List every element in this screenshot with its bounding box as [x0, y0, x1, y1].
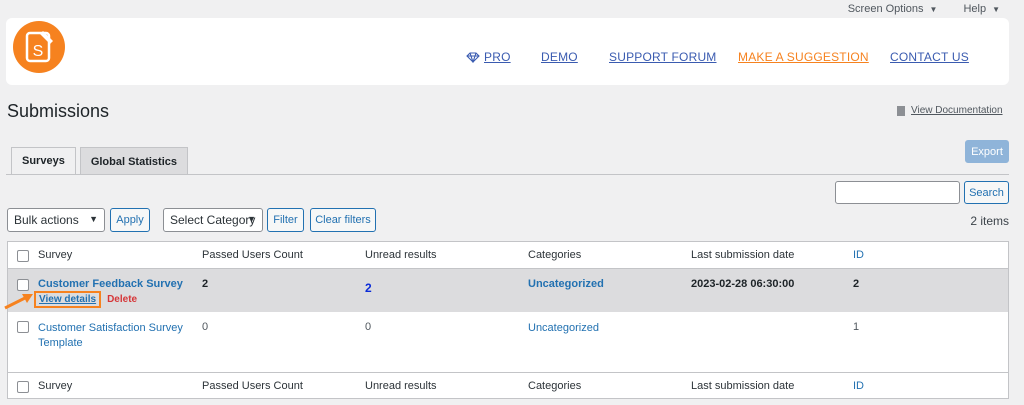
- bulk-actions-select[interactable]: Bulk actions ▼: [7, 208, 105, 232]
- column-header-survey[interactable]: Survey: [38, 249, 72, 261]
- chevron-down-icon: ▼: [89, 214, 98, 224]
- page-title: Submissions: [7, 101, 110, 121]
- table-row: Customer Satisfaction Survey Template 0 …: [8, 312, 1008, 372]
- screen-options-label: Screen Options: [847, 3, 924, 15]
- column-header-passed: Passed Users Count: [202, 249, 303, 261]
- row-id: 1: [853, 321, 860, 333]
- submissions-table: Survey Passed Users Count Unread results…: [7, 241, 1009, 399]
- svg-text:S: S: [33, 43, 44, 60]
- table-footer: Survey Passed Users Count Unread results…: [8, 372, 1008, 399]
- arrow-pointer-icon: [4, 294, 33, 310]
- document-icon: [897, 105, 905, 116]
- clear-filters-button[interactable]: Clear filters: [310, 208, 376, 232]
- caret-down-icon: ▼: [992, 4, 1000, 14]
- delete-link[interactable]: Delete: [107, 294, 137, 305]
- view-documentation-label: View Documentation: [911, 105, 1003, 116]
- diamond-icon: [466, 51, 480, 63]
- view-documentation-link[interactable]: View Documentation: [897, 105, 1003, 116]
- passed-count: 2: [202, 278, 209, 290]
- nav-suggestion-link[interactable]: MAKE A SUGGESTION: [738, 50, 869, 64]
- filter-button[interactable]: Filter: [267, 208, 304, 232]
- row-checkbox[interactable]: [17, 279, 29, 291]
- column-footer-date: Last submission date: [691, 380, 795, 392]
- help-label: Help: [963, 3, 987, 15]
- export-button[interactable]: Export: [965, 140, 1009, 163]
- table-header: Survey Passed Users Count Unread results…: [8, 242, 1008, 269]
- column-footer-id[interactable]: ID: [853, 380, 864, 392]
- plugin-logo: S: [13, 21, 65, 73]
- nav-pro-label: PRO: [484, 50, 511, 64]
- unread-count: 0: [365, 321, 372, 333]
- column-header-unread: Unread results: [365, 249, 437, 261]
- passed-count: 0: [202, 321, 209, 333]
- help-button[interactable]: Help ▼: [963, 3, 1000, 15]
- plugin-header: S PRO DEMO SUPPORT FORUM MAKE A SUGGESTI…: [6, 18, 1009, 85]
- items-count: 2 items: [970, 214, 1009, 228]
- category-select-value: Select Category: [170, 213, 256, 227]
- column-header-categories: Categories: [528, 249, 582, 261]
- survey-title-link[interactable]: Customer Feedback Survey: [38, 278, 183, 290]
- chevron-down-icon: ▼: [247, 214, 256, 224]
- select-all-checkbox[interactable]: [17, 381, 29, 393]
- bulk-actions-value: Bulk actions: [14, 213, 79, 227]
- column-footer-unread: Unread results: [365, 380, 437, 392]
- tab-bar: Surveys Global Statistics: [11, 147, 189, 175]
- tabs-divider: [6, 174, 1009, 175]
- screen-meta: Screen Options ▼ Help ▼: [848, 3, 1000, 15]
- category-select[interactable]: Select Category ▼: [163, 208, 263, 232]
- column-header-id[interactable]: ID: [853, 249, 864, 261]
- search-input[interactable]: [835, 181, 960, 204]
- category-link[interactable]: Uncategorized: [528, 278, 604, 290]
- table-row: Customer Feedback Survey 2 2 Uncategoriz…: [8, 269, 1008, 312]
- column-footer-survey[interactable]: Survey: [38, 380, 72, 392]
- row-id: 2: [853, 278, 860, 290]
- last-submission-date: 2023-02-28 06:30:00: [691, 278, 795, 290]
- nav-demo-link[interactable]: DEMO: [541, 50, 578, 64]
- screen-options-button[interactable]: Screen Options ▼: [848, 3, 938, 15]
- view-details-link[interactable]: View details: [34, 291, 102, 308]
- select-all-checkbox[interactable]: [17, 250, 29, 262]
- column-footer-passed: Passed Users Count: [202, 380, 303, 392]
- category-link[interactable]: Uncategorized: [528, 321, 678, 336]
- nav-pro-link[interactable]: PRO: [466, 50, 511, 64]
- search-button[interactable]: Search: [964, 181, 1009, 204]
- caret-down-icon: ▼: [929, 4, 938, 14]
- row-checkbox[interactable]: [17, 321, 29, 333]
- nav-support-link[interactable]: SUPPORT FORUM: [609, 50, 717, 64]
- column-header-date: Last submission date: [691, 249, 795, 261]
- apply-button[interactable]: Apply: [110, 208, 150, 232]
- row-actions: View details Delete: [34, 291, 137, 308]
- nav-contact-link[interactable]: CONTACT US: [890, 50, 969, 64]
- column-footer-categories: Categories: [528, 380, 582, 392]
- survey-title-link[interactable]: Customer Satisfaction Survey Template: [38, 321, 188, 351]
- unread-count: 2: [365, 281, 372, 295]
- tab-surveys[interactable]: Surveys: [11, 147, 76, 175]
- tab-global-statistics[interactable]: Global Statistics: [79, 147, 189, 175]
